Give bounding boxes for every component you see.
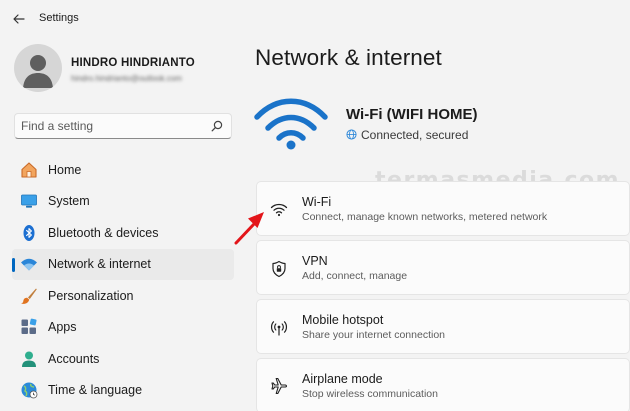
sidebar-item-label: Apps: [48, 320, 77, 335]
wifi-hero-icon: [254, 98, 328, 150]
search-icon[interactable]: [211, 120, 223, 132]
apps-icon: [20, 318, 38, 336]
card-title: VPN: [302, 254, 328, 268]
sidebar-item-label: Home: [48, 162, 82, 177]
person-icon: [23, 55, 53, 88]
sidebar-item-home[interactable]: Home: [12, 154, 234, 186]
back-button[interactable]: [10, 11, 28, 27]
card-title: Wi-Fi: [302, 195, 332, 209]
card-title: Mobile hotspot: [302, 313, 384, 327]
wifi-card[interactable]: Wi-Fi Connect, manage known networks, me…: [256, 181, 630, 236]
page-title: Network & internet: [255, 45, 442, 70]
globe-status-icon: [346, 129, 357, 140]
red-arrow-annotation: [234, 212, 264, 245]
search-box[interactable]: [14, 113, 232, 139]
home-icon: [20, 161, 38, 179]
sidebar-item-label: Accounts: [48, 351, 100, 366]
wifi-icon: [270, 201, 288, 219]
network-status: Connected, secured: [361, 128, 469, 142]
sidebar-item-label: Bluetooth & devices: [48, 225, 159, 240]
mobile-hotspot-card[interactable]: Mobile hotspot Share your internet conne…: [256, 299, 630, 354]
sidebar-item-personalization[interactable]: Personalization: [12, 280, 234, 312]
sidebar-item-apps[interactable]: Apps: [12, 312, 234, 344]
card-description: Stop wireless communication: [302, 388, 438, 400]
network-name: Wi-Fi (WIFI HOME): [346, 106, 478, 123]
title-bar: Settings: [0, 0, 630, 38]
brush-icon: [20, 287, 38, 305]
sidebar-item-bluetooth[interactable]: Bluetooth & devices: [12, 217, 234, 249]
accounts-icon: [20, 350, 38, 368]
sidebar-item-system[interactable]: System: [12, 186, 234, 218]
user-email: hindro.hindrianto@outlook.com: [71, 74, 182, 83]
sidebar-item-accounts[interactable]: Accounts: [12, 343, 234, 375]
sidebar-item-network[interactable]: Network & internet: [12, 248, 234, 280]
user-profile[interactable]: HINDRO HINDRIANTO hindro.hindrianto@outl…: [14, 44, 239, 94]
airplane-icon: [270, 378, 288, 396]
globe-icon: [20, 381, 38, 399]
airplane-mode-card[interactable]: Airplane mode Stop wireless communicatio…: [256, 358, 630, 411]
system-icon: [20, 192, 38, 210]
shield-icon: [270, 260, 288, 278]
bluetooth-icon: [20, 224, 38, 242]
sidebar-nav: Home System Bluetooth & devices Network …: [12, 154, 234, 406]
hotspot-icon: [270, 319, 288, 337]
vpn-card[interactable]: VPN Add, connect, manage: [256, 240, 630, 295]
user-name: HINDRO HINDRIANTO: [71, 57, 195, 69]
sidebar-item-label: Network & internet: [48, 257, 151, 272]
sidebar-item-time-language[interactable]: Time & language: [12, 375, 234, 407]
sidebar-item-label: Time & language: [48, 383, 143, 398]
card-description: Add, connect, manage: [302, 270, 408, 282]
network-icon: [20, 255, 38, 273]
app-title: Settings: [39, 12, 79, 24]
card-title: Airplane mode: [302, 372, 383, 386]
search-input[interactable]: [21, 118, 207, 134]
card-description: Connect, manage known networks, metered …: [302, 211, 548, 223]
sidebar-item-label: System: [48, 194, 90, 209]
avatar: [14, 44, 62, 92]
card-description: Share your internet connection: [302, 329, 446, 341]
sidebar-item-label: Personalization: [48, 288, 134, 303]
back-arrow-icon: [13, 14, 25, 24]
